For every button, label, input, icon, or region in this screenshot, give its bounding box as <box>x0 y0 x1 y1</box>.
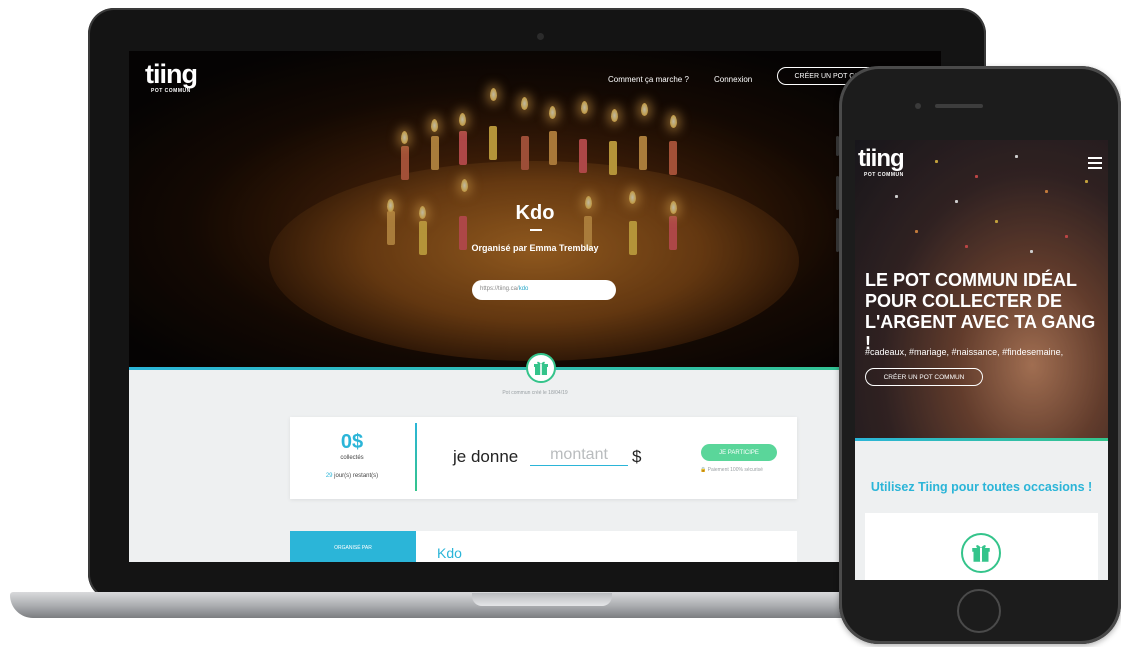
mobile-tiing-logo[interactable]: tiing <box>858 145 905 173</box>
phone-home-button <box>957 589 1001 633</box>
gift-icon <box>972 545 990 562</box>
secure-payment-note: 🔒 Paiement 100% sécurisé <box>700 467 763 473</box>
phone-volume-up <box>836 176 839 210</box>
organizer-line: Organisé par Emma Tremblay <box>471 243 599 253</box>
laptop-notch <box>472 593 612 606</box>
mobile-gift-badge <box>961 533 1001 573</box>
organizer-pot-name: Kdo <box>437 545 462 561</box>
url-slug: kdo <box>518 286 529 292</box>
donation-card: 0$ collectés 29 jour(s) restant(s) je do… <box>290 417 797 499</box>
pot-url-field[interactable]: https://tiing.ca/kdo <box>472 280 616 300</box>
mobile-create-pot-button[interactable]: CRÉER UN POT COMMUN <box>865 368 983 386</box>
mobile-hero: tiing POT COMMUN LE POT COMMUN IDÉAL POU… <box>855 140 1108 440</box>
je-donne-label: je donne <box>453 447 519 466</box>
phone-speaker <box>935 104 983 108</box>
title-divider <box>530 229 542 231</box>
mobile-gradient-divider <box>855 438 1108 441</box>
mobile-page: tiing POT COMMUN LE POT COMMUN IDÉAL POU… <box>855 140 1108 580</box>
pot-title: Kdo <box>515 202 555 224</box>
mobile-logo-tagline: POT COMMUN <box>864 172 904 178</box>
hamburger-menu-icon[interactable] <box>1088 157 1102 169</box>
mobile-hashtags: #cadeaux, #mariage, #naissance, #findese… <box>865 347 1064 357</box>
hero-banner: tiing POT COMMUN Comment ça marche ? Con… <box>129 51 941 369</box>
days-count: 29 <box>325 473 333 479</box>
days-remaining: 29 jour(s) restant(s) <box>290 473 414 479</box>
days-label: jour(s) restant(s) <box>334 473 379 479</box>
gift-icon <box>534 361 548 375</box>
gift-badge <box>526 353 556 383</box>
mobile-occasions-heading: Utilisez Tiing pour toutes occasions ! <box>870 480 1093 494</box>
currency-symbol: $ <box>632 447 642 466</box>
created-date: Pot commun créé le 18/04/19 <box>502 390 568 396</box>
url-prefix: https://tiing.ca/ <box>480 286 519 292</box>
mobile-headline: LE POT COMMUN IDÉAL POUR COLLECTER DE L'… <box>865 270 1096 353</box>
participate-button[interactable]: JE PARTICIPE <box>701 444 777 461</box>
collected-label: collectés <box>340 455 364 461</box>
nav-how-it-works[interactable]: Comment ça marche ? <box>608 75 689 84</box>
lock-icon: 🔒 <box>700 467 707 473</box>
laptop-camera <box>537 33 544 40</box>
phone-side-button <box>836 136 839 156</box>
desktop-page: tiing POT COMMUN Comment ça marche ? Con… <box>129 51 941 562</box>
tiing-logo[interactable]: tiing <box>145 59 198 90</box>
collected-amount: 0$ <box>340 431 364 453</box>
secure-text: Paiement 100% sécurisé <box>707 467 763 473</box>
amount-input[interactable] <box>530 445 628 466</box>
card-divider <box>415 423 417 491</box>
nav-login[interactable]: Connexion <box>714 75 752 84</box>
phone-camera <box>915 103 921 109</box>
logo-tagline: POT COMMUN <box>151 88 191 94</box>
organizer-card: ORGANISÉ PAR Kdo <box>290 531 797 562</box>
phone-volume-down <box>836 218 839 252</box>
organizer-tab[interactable]: ORGANISÉ PAR <box>290 531 416 562</box>
